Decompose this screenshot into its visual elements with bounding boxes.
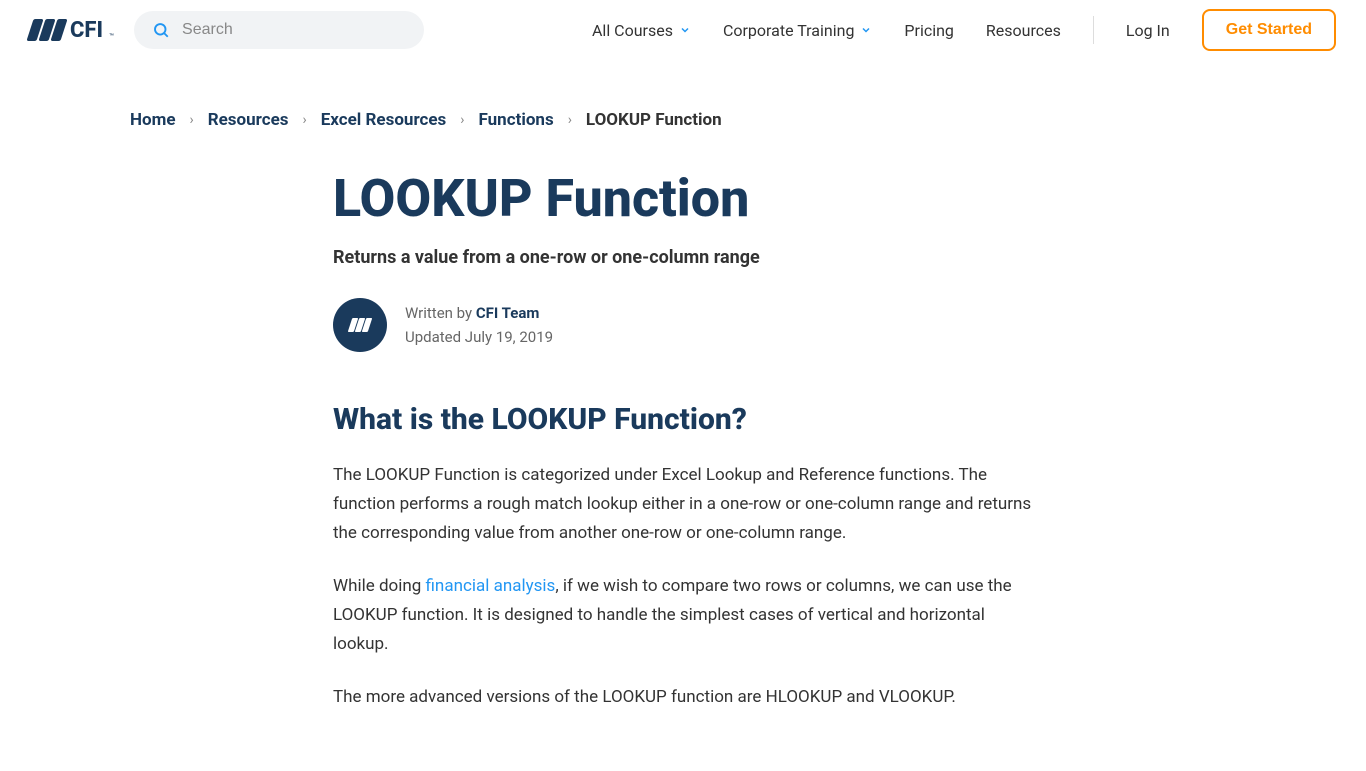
get-started-button[interactable]: Get Started [1202, 9, 1336, 51]
search-box[interactable] [134, 11, 424, 49]
article-body: LOOKUP Function Returns a value from a o… [313, 170, 1053, 711]
breadcrumb-separator: › [303, 112, 307, 128]
nav-pricing[interactable]: Pricing [904, 21, 954, 40]
nav-pricing-label: Pricing [904, 21, 954, 40]
breadcrumb-separator: › [460, 112, 464, 128]
nav-resources[interactable]: Resources [986, 21, 1061, 40]
avatar-stripes-icon [350, 318, 370, 332]
section-heading: What is the LOOKUP Function? [333, 402, 1033, 437]
breadcrumb-separator: › [190, 112, 194, 128]
search-input[interactable] [182, 21, 406, 39]
paragraph: While doing financial analysis, if we wi… [333, 572, 1033, 659]
login-link[interactable]: Log In [1126, 21, 1170, 40]
nav-divider [1093, 16, 1094, 44]
nav-all-courses[interactable]: All Courses [592, 21, 691, 40]
header: CFI ™ All Courses Corporate Training Pri… [0, 0, 1366, 60]
main-nav: All Courses Corporate Training Pricing R… [592, 9, 1336, 51]
nav-all-courses-label: All Courses [592, 21, 673, 40]
written-by-label: Written by [405, 304, 476, 322]
updated-date: Updated July 19, 2019 [405, 325, 553, 349]
breadcrumb-current: LOOKUP Function [586, 110, 722, 130]
chevron-down-icon [679, 24, 691, 36]
logo-stripes-icon [30, 19, 64, 41]
chevron-down-icon [860, 24, 872, 36]
nav-corporate-training[interactable]: Corporate Training [723, 21, 872, 40]
author-name[interactable]: CFI Team [476, 304, 540, 322]
paragraph: The LOOKUP Function is categorized under… [333, 461, 1033, 548]
author-row: Written by CFI Team Updated July 19, 201… [333, 298, 1033, 352]
logo-trademark: ™ [109, 32, 114, 41]
author-meta: Written by CFI Team Updated July 19, 201… [405, 301, 553, 349]
avatar [333, 298, 387, 352]
paragraph-text: While doing [333, 576, 426, 596]
breadcrumb-resources[interactable]: Resources [208, 110, 289, 130]
breadcrumb-functions[interactable]: Functions [479, 110, 554, 130]
financial-analysis-link[interactable]: financial analysis [426, 576, 556, 596]
breadcrumb: Home › Resources › Excel Resources › Fun… [0, 60, 1366, 170]
breadcrumb-excel-resources[interactable]: Excel Resources [321, 110, 447, 130]
logo[interactable]: CFI ™ [30, 18, 114, 43]
page-title: LOOKUP Function [333, 170, 1033, 227]
breadcrumb-separator: › [568, 112, 572, 128]
logo-text: CFI [70, 18, 103, 43]
search-icon [152, 21, 170, 39]
page-subtitle: Returns a value from a one-row or one-co… [333, 247, 1033, 268]
paragraph: The more advanced versions of the LOOKUP… [333, 683, 1033, 712]
nav-corporate-training-label: Corporate Training [723, 21, 854, 40]
nav-resources-label: Resources [986, 21, 1061, 40]
breadcrumb-home[interactable]: Home [130, 110, 176, 130]
